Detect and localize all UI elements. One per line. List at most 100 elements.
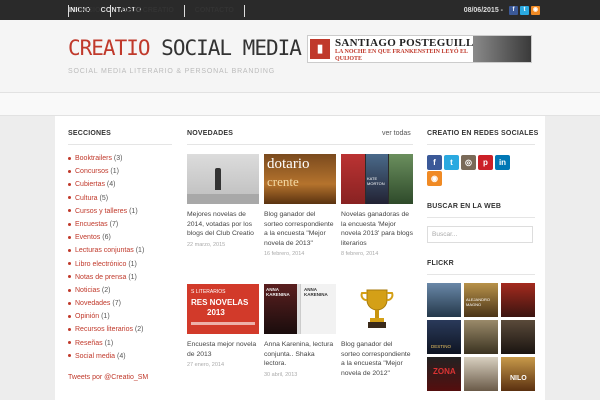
flickr-title: FLICKR — [427, 260, 454, 267]
post-card[interactable]: Mejores novelas de 2014, votadas por los… — [187, 154, 259, 248]
category-item[interactable]: Reseñas (1) — [68, 337, 144, 350]
category-count: (4) — [117, 352, 126, 360]
category-name[interactable]: Libro electrónico — [75, 261, 126, 268]
category-item[interactable]: Noticias (2) — [68, 284, 144, 297]
category-name[interactable]: Encuestas — [75, 221, 108, 228]
post-thumbnail[interactable] — [341, 284, 413, 334]
category-item[interactable]: Cursos y talleres (1) — [68, 205, 144, 218]
category-item[interactable]: Encuestas (7) — [68, 218, 144, 231]
category-name[interactable]: Opinión — [75, 313, 99, 320]
category-count: (2) — [101, 286, 111, 294]
category-item[interactable]: Recursos literarios (2) — [68, 323, 144, 336]
nav-contacto[interactable]: CONTACTO — [185, 5, 245, 17]
see-all-link[interactable]: ver todas — [382, 130, 411, 137]
category-item[interactable]: Novedades (7) — [68, 297, 144, 310]
category-item[interactable]: Libro electrónico (1) — [68, 258, 144, 271]
facebook-icon[interactable]: f — [427, 155, 442, 170]
flickr-photo[interactable] — [427, 283, 461, 317]
bullet-icon — [68, 262, 71, 266]
category-name[interactable]: Reseñas — [75, 340, 103, 347]
post-thumbnail[interactable] — [187, 154, 259, 204]
category-item[interactable]: Booktrailers (3) — [68, 152, 144, 165]
post-title[interactable]: Mejores novelas de 2014, votadas por los… — [187, 210, 259, 239]
book-icon: ▮ — [310, 39, 330, 59]
site-tagline: SOCIAL MEDIA LITERARIO & PERSONAL BRANDI… — [68, 68, 275, 75]
post-card[interactable]: S LITERARIOS RES NOVELAS 2013 Encuesta m… — [187, 284, 259, 368]
post-card[interactable]: ANNA KARENINA ANNA KARENINA Anna Karenin… — [264, 284, 336, 378]
category-item[interactable]: Opinión (1) — [68, 310, 144, 323]
flickr-photo[interactable] — [501, 320, 535, 354]
tweets-link[interactable]: Tweets por @Creatio_SM — [68, 374, 148, 381]
post-date: 27 enero, 2014 — [187, 362, 225, 369]
rss-icon[interactable]: ◉ — [531, 5, 540, 15]
category-item[interactable]: Social media (4) — [68, 350, 144, 363]
category-name[interactable]: Novedades — [75, 300, 110, 307]
category-count: (1) — [129, 207, 138, 215]
category-item[interactable]: Notas de prensa (1) — [68, 271, 144, 284]
post-title[interactable]: Anna Karenina, lectura conjunta.. Shaka … — [264, 340, 336, 369]
post-title[interactable]: Encuesta mejor novela de 2013 — [187, 340, 259, 359]
rss-icon[interactable]: ◉ — [427, 171, 442, 186]
category-item[interactable]: Concursos (1) — [68, 165, 144, 178]
banner-book-title: LA NOCHE EN QUE FRANKENSTEIN LEYÓ EL QUI… — [335, 49, 468, 62]
bullet-icon — [68, 288, 71, 292]
bullet-icon — [68, 328, 71, 332]
post-thumbnail[interactable]: KATE MORTON — [341, 154, 413, 204]
category-item[interactable]: Cultura (5) — [68, 192, 144, 205]
category-name[interactable]: Noticias — [75, 287, 100, 294]
flickr-photo[interactable] — [464, 320, 498, 354]
category-item[interactable]: Cubiertas (4) — [68, 178, 144, 191]
pinterest-icon[interactable]: p — [478, 155, 493, 170]
category-name[interactable]: Social media — [75, 353, 115, 360]
category-count: (6) — [102, 234, 111, 242]
twitter-icon[interactable]: t — [520, 5, 529, 15]
category-item[interactable]: Lecturas conjuntas (1) — [68, 244, 144, 257]
category-name[interactable]: Lecturas conjuntas — [75, 247, 134, 254]
category-item[interactable]: Eventos (6) — [68, 231, 144, 244]
post-card[interactable]: Blog ganador del sorteo correspondiente … — [341, 284, 413, 378]
nav-inicio[interactable]: INICIO — [68, 5, 112, 17]
post-card[interactable]: dotario crente Blog ganador del sorteo c… — [264, 154, 336, 257]
flickr-photo[interactable]: ALEJANDRO MAGNO — [464, 283, 498, 317]
post-title[interactable]: Blog ganador del sorteo correspondiente … — [264, 210, 336, 248]
social-title: CREATIO EN REDES SOCIALES — [427, 130, 539, 137]
category-name[interactable]: Notas de prensa — [75, 274, 126, 281]
category-name[interactable]: Concursos — [75, 168, 108, 175]
book-cover — [341, 154, 365, 204]
post-thumbnail[interactable]: ANNA KARENINA ANNA KARENINA — [264, 284, 336, 334]
category-list: Booktrailers (3) Concursos (1) Cubiertas… — [68, 152, 144, 363]
site-logo[interactable]: CREATIO SOCIAL MEDIA — [68, 36, 302, 60]
facebook-icon[interactable]: f — [509, 5, 518, 15]
category-name[interactable]: Cursos y talleres — [75, 208, 127, 215]
category-name[interactable]: Cubiertas — [75, 181, 105, 188]
header-banner-ad[interactable]: ▮ SANTIAGO POSTEGUILLO LA NOCHE EN QUE F… — [307, 35, 532, 63]
category-count: (7) — [112, 300, 121, 308]
bullet-icon — [68, 275, 71, 279]
twitter-icon[interactable]: t — [444, 155, 459, 170]
divider — [68, 144, 172, 145]
flickr-photo[interactable] — [464, 357, 498, 391]
post-card[interactable]: KATE MORTON Novelas ganadoras de la encu… — [341, 154, 413, 257]
category-name[interactable]: Eventos — [75, 234, 100, 241]
linkedin-icon[interactable]: in — [495, 155, 510, 170]
bullet-icon — [68, 209, 71, 213]
instagram-icon[interactable]: ◎ — [461, 155, 476, 170]
divider — [427, 144, 535, 145]
nav-club-creatio[interactable]: CLUB CREATIO — [111, 5, 185, 17]
flickr-photo[interactable]: NILO — [501, 357, 535, 391]
category-count: (4) — [106, 181, 116, 189]
category-name[interactable]: Booktrailers — [75, 155, 112, 162]
post-title[interactable]: Blog ganador del sorteo correspondiente … — [341, 340, 413, 378]
search-input[interactable]: Buscar... — [427, 226, 533, 243]
flickr-photo[interactable] — [501, 283, 535, 317]
category-name[interactable]: Recursos literarios — [75, 326, 133, 333]
category-name[interactable]: Cultura — [75, 195, 98, 202]
post-title[interactable]: Novelas ganadoras de la encuesta 'Mejor … — [341, 210, 413, 248]
flickr-photo[interactable]: ZONA — [427, 357, 461, 391]
logo-part1: CREATIO — [68, 36, 151, 60]
post-thumbnail[interactable]: S LITERARIOS RES NOVELAS 2013 — [187, 284, 259, 334]
flickr-photo[interactable]: DESTINO — [427, 320, 461, 354]
search-title: BUSCAR EN LA WEB — [427, 203, 502, 210]
post-thumbnail[interactable]: dotario crente — [264, 154, 336, 204]
ground — [187, 194, 259, 204]
